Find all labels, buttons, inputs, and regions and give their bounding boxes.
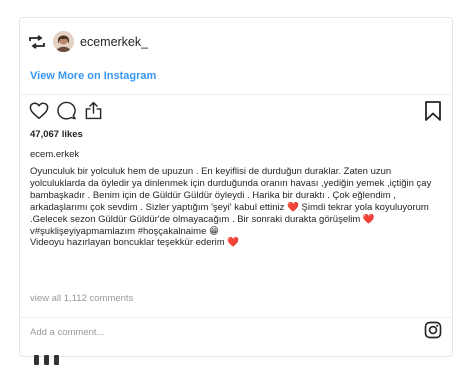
caption-text: Oyunculuk bir yolculuk hem de upuzun . E… <box>30 166 444 249</box>
action-bar <box>29 101 103 125</box>
caption-username[interactable]: ecem.erkek <box>30 149 79 160</box>
instagram-embed-card: ecemerkek_ View More on Instagram 47,067… <box>19 17 453 357</box>
avatar[interactable] <box>53 31 74 52</box>
post-username[interactable]: ecemerkek_ <box>80 35 148 49</box>
divider <box>20 317 452 318</box>
post-header: ecemerkek_ <box>28 31 148 52</box>
bookmark-icon[interactable] <box>425 101 441 126</box>
caption-part: Videoyu hazırlayan boncuklar teşekkür ed… <box>30 237 225 249</box>
text-fragment <box>54 355 59 365</box>
repost-icon <box>28 34 46 49</box>
instagram-icon[interactable] <box>424 321 442 344</box>
text-fragment <box>34 355 39 365</box>
divider <box>20 94 452 95</box>
view-comments-link[interactable]: view all 1,112 comments <box>30 293 133 304</box>
heart-emoji: ❤️ <box>362 213 375 225</box>
add-comment-input[interactable]: Add a comment... <box>30 327 104 338</box>
likes-count[interactable]: 47,067 likes <box>30 129 83 140</box>
text-fragment <box>44 355 49 365</box>
heart-emoji: ❤️ <box>287 201 299 213</box>
comment-icon[interactable] <box>57 101 76 125</box>
view-more-link[interactable]: View More on Instagram <box>30 70 156 82</box>
heart-emoji: ❤️ <box>227 237 240 249</box>
grin-emoji: 😁 <box>209 225 219 237</box>
share-icon[interactable] <box>84 101 103 125</box>
heart-icon[interactable] <box>29 101 49 125</box>
next-content-peek <box>34 355 59 365</box>
